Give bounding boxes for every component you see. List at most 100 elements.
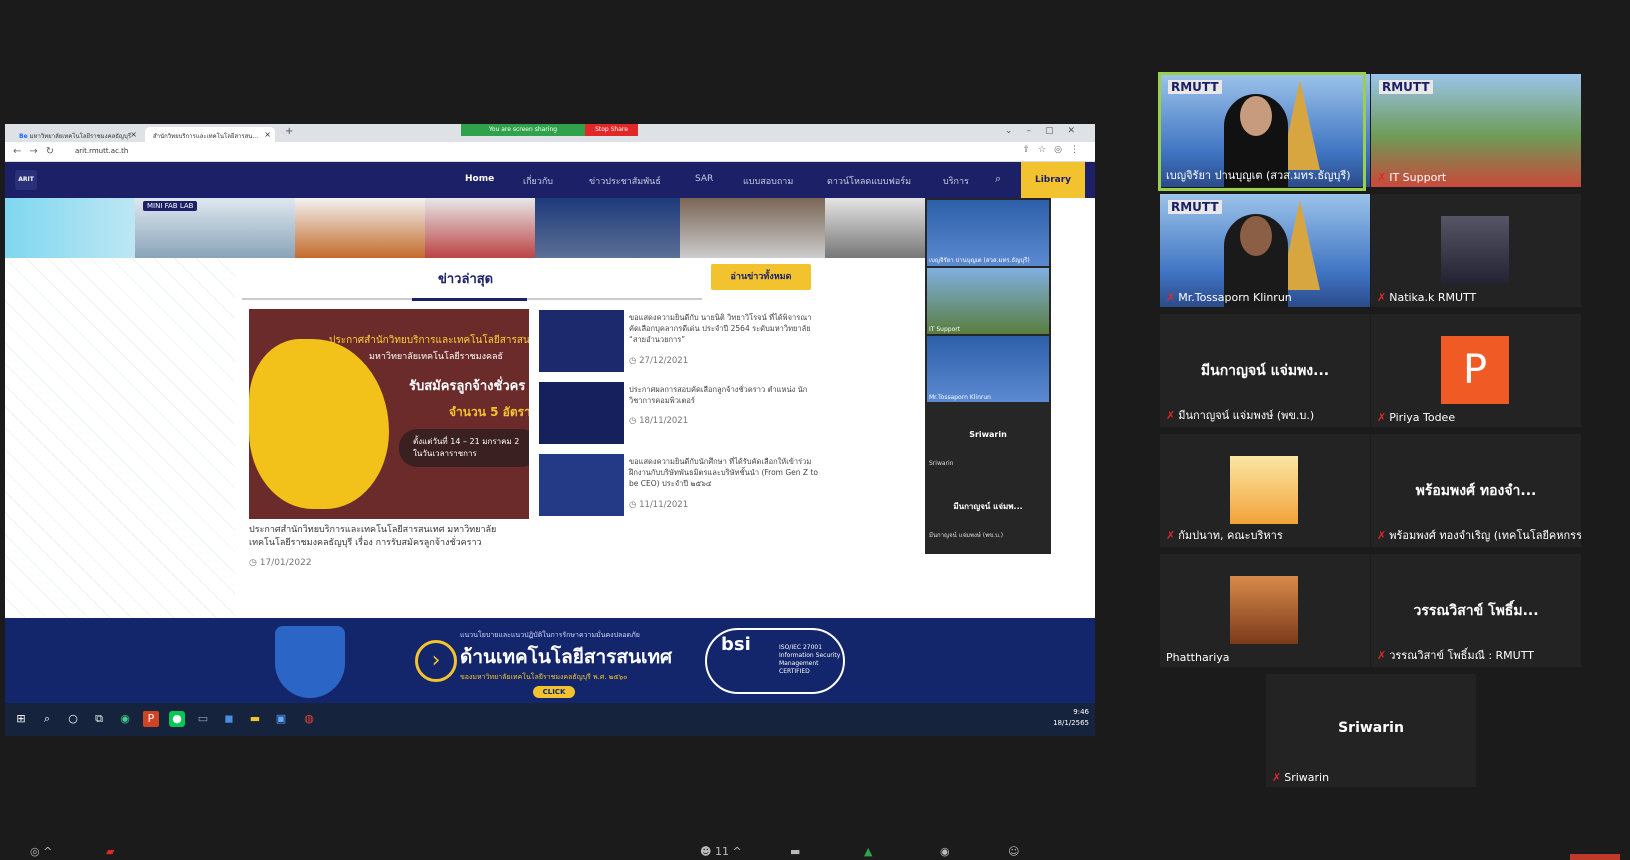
- bsi-logo: bsi: [721, 634, 751, 655]
- inner-tile-name: มีนกาญจน์ แจ่มพ...: [953, 502, 1023, 511]
- profile-photo: [1230, 456, 1298, 524]
- news-thumbnail[interactable]: [539, 382, 624, 444]
- inner-video-tile[interactable]: เบญจิรัยา ปานบุญเต (สวส.มทร.ธัญบุรี): [927, 200, 1049, 266]
- bsi-certification-badge: bsi ISO/IEC 27001 Information Security M…: [705, 628, 845, 694]
- video-tile[interactable]: ✗ Natika.k RMUTT: [1371, 194, 1581, 307]
- nav-download-forms[interactable]: ดาวน์โหลดแบบฟอร์ม: [827, 174, 911, 188]
- clock-date: 18/1/2565: [1053, 719, 1089, 727]
- participant-display-name: Sriwarin: [1338, 720, 1404, 736]
- banner-line: ของมหาวิทยาลัยเทคโนโลยีราชมงคลธัญบุรี พ.…: [460, 673, 628, 681]
- date-text: 27/12/2021: [639, 356, 689, 366]
- mute-icon[interactable]: ◎ ^: [30, 845, 52, 858]
- windows-start-icon[interactable]: ⊞: [13, 711, 29, 727]
- feature-image-dates: ตั้งแต่วันที่ 14 – 21 มกราคม 2 ในวันเวลา…: [399, 429, 529, 467]
- banner-title: MINI FAB LAB: [143, 201, 198, 211]
- search-icon[interactable]: ⌕: [39, 711, 55, 727]
- new-tab-button[interactable]: +: [285, 126, 293, 137]
- news-thumbnail[interactable]: [539, 454, 624, 516]
- shared-screen: Be มหาวิทยาลัยเทคโนโลยีราชมงคลธัญบุรี × …: [5, 124, 1095, 736]
- read-all-news-button[interactable]: อ่านข่าวทั้งหมด: [711, 264, 811, 290]
- lock-shield-icon: [275, 626, 345, 698]
- feature-news-image[interactable]: ประกาศสำนักวิทยบริการและเทคโนโลยีสารสนเ …: [249, 309, 529, 519]
- monitor-icon[interactable]: ▭: [195, 711, 211, 727]
- browser-tab-active[interactable]: สำนักวิทยบริการและเทคโนโลยีสารสน... ×: [145, 127, 275, 142]
- photos-icon[interactable]: ▣: [273, 711, 289, 727]
- video-tile[interactable]: Phatthariya: [1160, 554, 1370, 667]
- reactions-icon[interactable]: ☺: [1008, 845, 1019, 858]
- banner-photo: [295, 198, 425, 258]
- window-controls[interactable]: ⌄–▢✕: [1005, 126, 1089, 136]
- participants-icon[interactable]: ☻ 11 ^: [700, 845, 742, 858]
- nav-about[interactable]: เกี่ยวกับ: [523, 174, 553, 188]
- stop-share-button[interactable]: Stop Share: [585, 124, 638, 136]
- participant-name: Natika.k RMUTT: [1389, 291, 1477, 304]
- video-tile[interactable]: RMUTT ✗ IT Support: [1371, 74, 1581, 187]
- system-clock[interactable]: 9:46 18/1/2565: [1053, 707, 1089, 729]
- powerpoint-icon[interactable]: P: [143, 711, 159, 727]
- inner-tile-label: IT Support: [929, 326, 961, 333]
- behance-icon: Be: [19, 133, 28, 140]
- nav-sar[interactable]: SAR: [695, 174, 713, 184]
- banner-photo: [680, 198, 825, 258]
- news-title[interactable]: ขอแสดงความยินดีกับนักศึกษา ที่ได้รับคัดเ…: [629, 456, 819, 489]
- avatar-letter: P: [1441, 336, 1509, 404]
- inner-video-tile[interactable]: IT Support: [927, 268, 1049, 334]
- search-icon[interactable]: ⌕: [995, 172, 1001, 186]
- chat-icon[interactable]: ▬: [790, 845, 800, 858]
- close-tab-icon[interactable]: ×: [264, 130, 271, 139]
- task-view-icon[interactable]: ⧉: [91, 711, 107, 727]
- chrome-icon[interactable]: ◍: [301, 711, 317, 727]
- video-tile[interactable]: มีนกาญจน์ แจ่มพง... ✗ มีนกาญจน์ แจ่มพงษ์ …: [1160, 314, 1370, 427]
- video-tile[interactable]: วรรณวิสาข์ โพธิ์ม... ✗ วรรณวิสาข์ โพธิ์มณ…: [1371, 554, 1581, 667]
- end-meeting-button[interactable]: [1570, 854, 1620, 860]
- close-tab-icon[interactable]: ×: [130, 130, 137, 139]
- click-button[interactable]: CLICK: [533, 686, 575, 698]
- arit-logo[interactable]: ARIT: [15, 170, 37, 190]
- nav-survey[interactable]: แบบสอบถาม: [743, 174, 793, 188]
- cortana-icon[interactable]: ○: [65, 711, 81, 727]
- participant-display-name: วรรณวิสาข์ โพธิ์ม...: [1413, 603, 1539, 619]
- mic-muted-icon: ✗: [1377, 411, 1387, 424]
- feature-news-date: ◷ 17/01/2022: [249, 558, 312, 568]
- video-tile[interactable]: พร้อมพงศ์ ทองจำ... ✗ พร้อมพงศ์ ทองจำเริญ …: [1371, 434, 1581, 547]
- url-field[interactable]: arit.rmutt.ac.th: [75, 147, 128, 155]
- inner-tile-label: Sriwarin: [929, 460, 954, 467]
- folder-icon[interactable]: ▬: [247, 711, 263, 727]
- participant-name: IT Support: [1389, 171, 1447, 184]
- participant-name: Piriya Todee: [1389, 411, 1456, 424]
- screen-share-bar: You are screen sharing Stop Share: [461, 124, 638, 136]
- arrow-right-icon: ›: [415, 640, 457, 682]
- inner-video-tile[interactable]: Mr.Tossaporn Klinrun: [927, 336, 1049, 402]
- security-policy-banner[interactable]: › แนวนโยบายและแนวปฏิบัติในการรักษาความมั…: [5, 618, 1095, 703]
- nav-services[interactable]: บริการ: [943, 174, 969, 188]
- news-title[interactable]: ประกาศผลการสอบคัดเลือกลูกจ้างชั่วคราว ตำ…: [629, 384, 819, 406]
- video-tile[interactable]: RMUTT ✗ Mr.Tossaporn Klinrun: [1160, 194, 1370, 307]
- news-heading: ข่าวล่าสุด: [438, 272, 494, 287]
- inner-tile-name: Sriwarin: [969, 430, 1007, 439]
- news-thumbnail[interactable]: [539, 310, 624, 372]
- line-icon[interactable]: ●: [169, 711, 185, 727]
- participants-count: 11: [714, 845, 729, 858]
- news-title[interactable]: ขอแสดงความยินดีกับ นายนิติ วิทยาวิโรจน์ …: [629, 312, 819, 345]
- active-speaker-highlight: [1158, 72, 1366, 191]
- share-screen-icon[interactable]: ▲: [864, 845, 872, 858]
- back-forward-reload-icons[interactable]: ←→↻: [13, 146, 62, 157]
- feature-news-title[interactable]: ประกาศสำนักวิทยบริการและเทคโนโลยีสารสนเท…: [249, 524, 529, 550]
- video-tile[interactable]: P ✗ Piriya Todee: [1371, 314, 1581, 427]
- video-off-icon[interactable]: ▰: [106, 845, 114, 858]
- video-tile[interactable]: Sriwarin ✗ Sriwarin: [1266, 674, 1476, 787]
- nav-news[interactable]: ข่าวประชาสัมพันธ์: [589, 174, 661, 188]
- news-date: ◷ 11/11/2021: [629, 500, 688, 510]
- edge-icon[interactable]: ◉: [117, 711, 133, 727]
- library-button[interactable]: Library: [1021, 162, 1085, 198]
- video-tile[interactable]: ✗ กัมปนาท, คณะบริหาร: [1160, 434, 1370, 547]
- zoom-toolbar: ◎ ^ ▰ ☻ 11 ^ ▬ ▲ ◉ ☺: [0, 845, 1630, 860]
- nav-home[interactable]: Home: [465, 174, 494, 184]
- record-icon[interactable]: ◉: [940, 845, 950, 858]
- browser-tab[interactable]: Be มหาวิทยาลัยเทคโนโลยีราชมงคลธัญบุรี ×: [11, 127, 141, 142]
- date-text: 11/11/2021: [639, 500, 689, 510]
- zoom-icon[interactable]: ◼: [221, 711, 237, 727]
- browser-tools-icons[interactable]: ⇪☆◎⋮: [1023, 145, 1087, 155]
- news-date: ◷ 27/12/2021: [629, 356, 688, 366]
- news-tab-underline: [242, 298, 702, 301]
